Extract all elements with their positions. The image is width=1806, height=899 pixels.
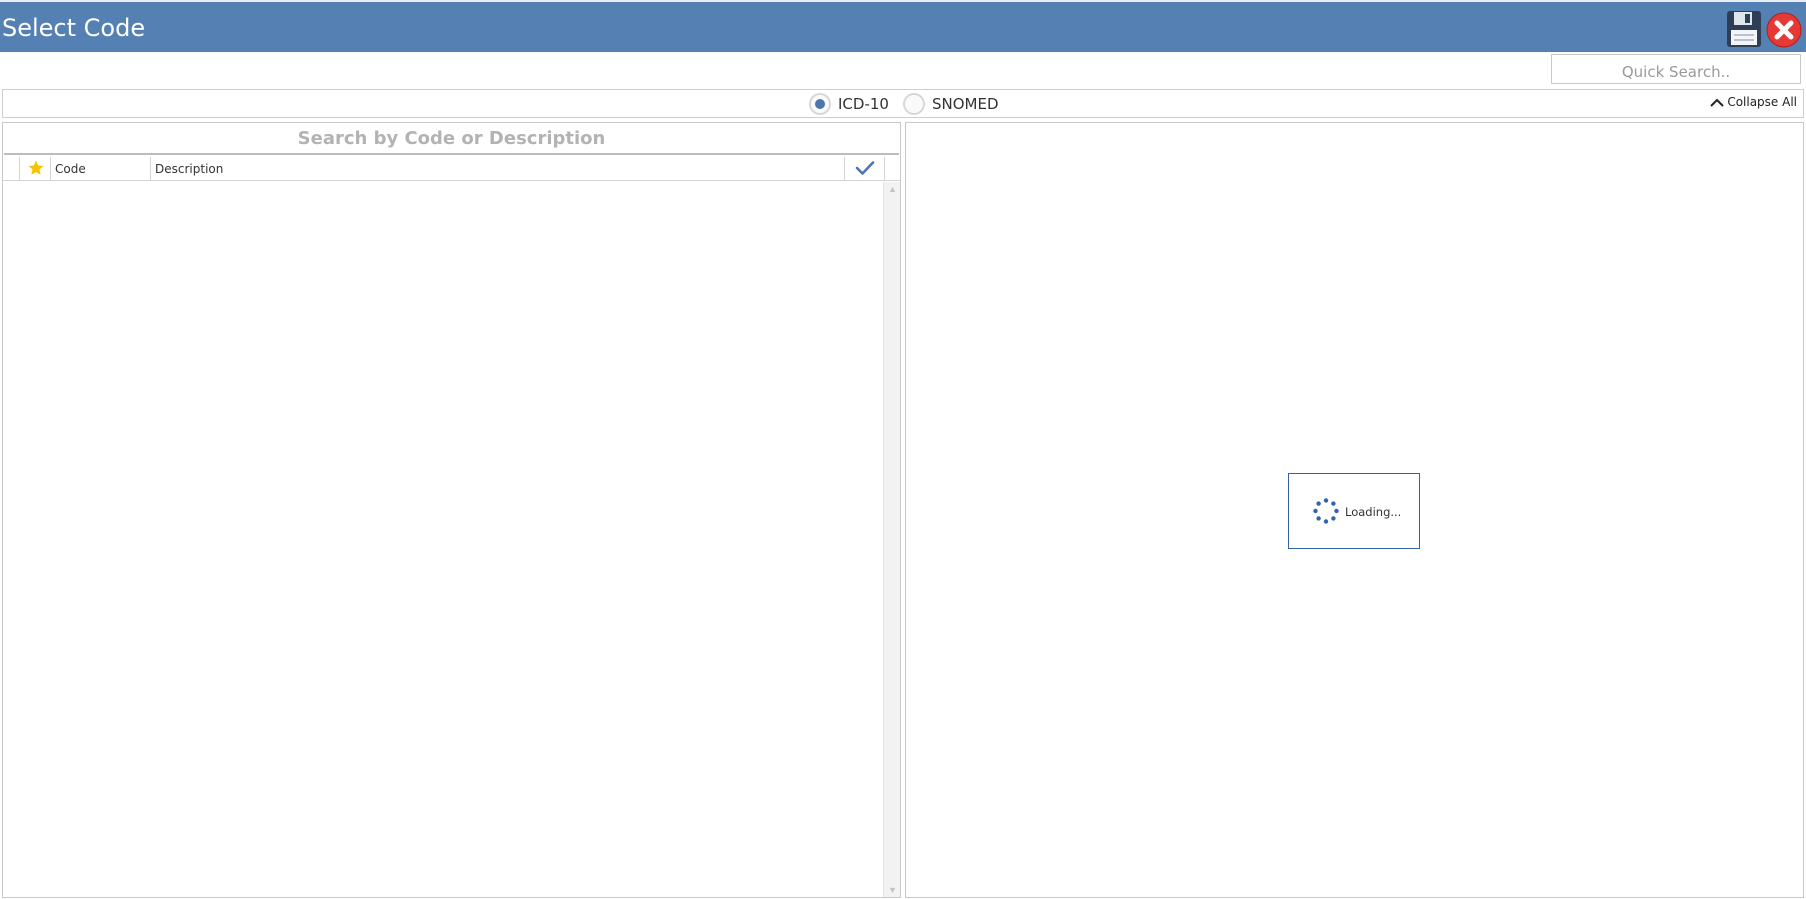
snomed-radio[interactable]: SNOMED [903, 92, 999, 116]
description-column-header[interactable]: Description [151, 157, 845, 181]
code-list-panel: Code Description ▲ ▼ [2, 122, 901, 898]
code-column-header[interactable]: Code [51, 157, 151, 181]
selected-column-header[interactable] [845, 157, 885, 181]
loading-text: Loading... [1345, 505, 1402, 519]
row-indicator-header [3, 157, 20, 181]
save-icon [1727, 11, 1761, 47]
checkmark-icon [855, 161, 875, 175]
close-icon [1766, 12, 1802, 48]
close-button[interactable] [1766, 12, 1802, 48]
scroll-up-icon[interactable]: ▲ [888, 184, 897, 194]
radio-unselected-indicator [903, 93, 925, 115]
spinner-icon [1313, 498, 1339, 524]
code-grid-scrollbar[interactable]: ▲ ▼ [883, 182, 900, 897]
code-description-search-input[interactable] [4, 124, 899, 155]
header-scroll-spacer [885, 157, 900, 181]
code-grid-header: Code Description [3, 157, 900, 181]
snomed-radio-label: SNOMED [932, 95, 999, 113]
quick-search-input[interactable] [1551, 54, 1801, 84]
collapse-all-button[interactable]: Collapse All [1709, 95, 1797, 109]
title-bar: Select Code [0, 0, 1806, 52]
chevron-up-icon [1710, 98, 1725, 107]
scroll-down-icon[interactable]: ▼ [888, 885, 897, 895]
star-icon [28, 160, 44, 175]
window-title: Select Code [2, 14, 146, 42]
collapse-all-label: Collapse All [1727, 95, 1797, 109]
radio-selected-indicator [809, 93, 831, 115]
icd10-radio-label: ICD-10 [838, 95, 889, 113]
favorite-column-header[interactable] [20, 157, 51, 181]
loading-indicator: Loading... [1288, 473, 1420, 549]
save-button[interactable] [1726, 10, 1762, 48]
code-grid-body[interactable] [3, 182, 883, 897]
code-system-filter-bar: ICD-10 SNOMED Collapse All [2, 89, 1804, 118]
icd10-radio[interactable]: ICD-10 [809, 92, 889, 116]
